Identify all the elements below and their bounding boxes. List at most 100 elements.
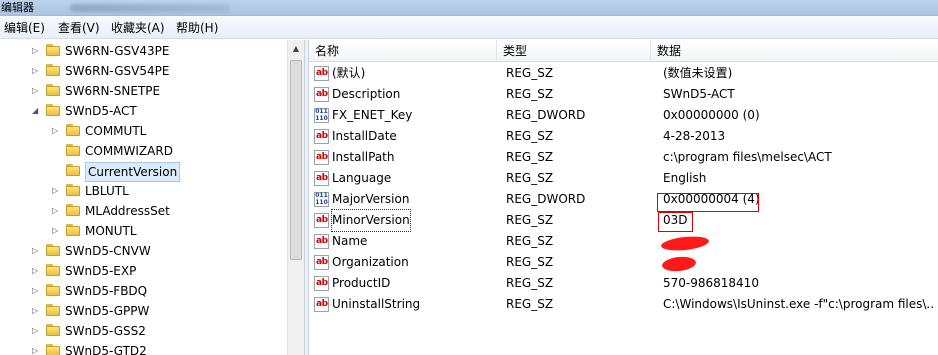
- folder-icon: [46, 324, 60, 336]
- dword-value-icon: 011 110: [314, 108, 329, 123]
- value-row[interactable]: ab Language REG_SZ English: [309, 168, 938, 189]
- tree-item[interactable]: ▷ SWnD5-GSS2: [0, 321, 286, 341]
- tree-expand-arrow-icon[interactable]: ▷: [32, 86, 38, 96]
- value-type: REG_SZ: [506, 276, 554, 290]
- tree-expand-arrow-icon[interactable]: ▷: [32, 326, 38, 336]
- tree-expand-arrow-icon[interactable]: ▷: [52, 226, 58, 236]
- column-header-data[interactable]: 数据: [651, 40, 938, 62]
- registry-key-tree[interactable]: ▷ SW6RN-GSV43PE ▷ SW6RN-GSV54PE ▷ SW6RN-SNETP…: [0, 40, 303, 355]
- string-value-icon: ab: [314, 87, 329, 102]
- tree-item[interactable]: ▷ SWnD5-EXP: [0, 261, 286, 281]
- folder-icon: [46, 304, 60, 316]
- tree-item-label: CurrentVersion: [85, 162, 181, 182]
- value-row[interactable]: ab InstallDate REG_SZ 4-28-2013: [309, 126, 938, 147]
- folder-icon: [46, 104, 60, 116]
- tree-item[interactable]: ▷ SW6RN-GSV54PE: [0, 61, 286, 81]
- tree-item[interactable]: ▷ SWnD5-GTD2: [0, 341, 286, 355]
- scrollbar-thumb[interactable]: [290, 60, 302, 260]
- value-row[interactable]: ab (默认) REG_SZ (数值未设置): [309, 63, 938, 84]
- value-icon-glyph: 011 110: [315, 108, 328, 122]
- value-name: ProductID: [332, 276, 391, 290]
- tree-item-label: SW6RN-SNETPE: [65, 84, 161, 98]
- value-type: REG_SZ: [506, 213, 554, 227]
- tree-item[interactable]: ▷ SWnD5-GPPW: [0, 301, 286, 321]
- value-name: (默认): [332, 66, 366, 80]
- value-name: MinorVersion: [331, 209, 411, 232]
- registry-values-list: 名称 类型 数据 ab (默认) REG_SZ (数值未设置) ab Descriptio…: [309, 40, 938, 355]
- tree-expand-arrow-icon[interactable]: ▷: [32, 46, 38, 56]
- tree-collapse-arrow-icon[interactable]: ◢: [32, 106, 38, 116]
- tree-item-label: COMMUTL: [85, 124, 147, 138]
- value-name: Name: [332, 234, 368, 248]
- folder-icon: [46, 344, 60, 355]
- tree-expand-arrow-icon[interactable]: ▷: [52, 206, 58, 216]
- value-row[interactable]: 011 110 MajorVersion REG_DWORD 0x00000004 (…: [309, 189, 938, 210]
- tree-item[interactable]: ▷ SW6RN-SNETPE: [0, 81, 286, 101]
- tree-expand-arrow-icon[interactable]: ▷: [52, 186, 58, 196]
- value-type: REG_SZ: [506, 255, 554, 269]
- menu-help[interactable]: 帮助(H): [176, 17, 218, 39]
- tree-item-label: SWnD5-ACT: [65, 104, 137, 118]
- tree-item[interactable]: ▷ SWnD5-FBDQ: [0, 281, 286, 301]
- value-icon-glyph: ab: [316, 278, 328, 288]
- tree-expand-arrow-icon[interactable]: ▷: [32, 306, 38, 316]
- string-value-icon: ab: [314, 276, 329, 291]
- folder-icon: [46, 284, 60, 296]
- window-title: 编辑器: [1, 1, 34, 14]
- tree-expand-arrow-icon[interactable]: ▷: [32, 66, 38, 76]
- column-header-name[interactable]: 名称: [309, 40, 497, 62]
- tree-item[interactable]: ▷ MLAddressSet: [0, 201, 286, 221]
- value-data: SWnD5-ACT: [663, 87, 735, 101]
- string-value-icon: ab: [314, 129, 329, 144]
- value-row[interactable]: 011 110 FX_ENET_Key REG_DWORD 0x00000000 (0…: [309, 105, 938, 126]
- value-type: REG_SZ: [506, 234, 554, 248]
- value-name: Description: [332, 87, 401, 101]
- tree-item-label: LBLUTL: [85, 184, 129, 198]
- value-row[interactable]: ab Name REG_SZ: [309, 231, 938, 252]
- tree-item[interactable]: ◢ SWnD5-ACT: [0, 101, 286, 121]
- value-row[interactable]: ab Description REG_SZ SWnD5-ACT: [309, 84, 938, 105]
- tree-expand-arrow-icon[interactable]: ▷: [32, 286, 38, 296]
- menu-favorites[interactable]: 收藏夹(A): [111, 17, 165, 39]
- scroll-up-arrow-icon[interactable]: ▲: [288, 40, 304, 57]
- value-row[interactable]: ab ProductID REG_SZ 570-986818410: [309, 273, 938, 294]
- tree-item-label: SWnD5-GTD2: [65, 344, 147, 355]
- value-icon-glyph: ab: [316, 152, 328, 162]
- value-type: REG_SZ: [506, 297, 554, 311]
- tree-item[interactable]: ▷ MONUTL: [0, 221, 286, 241]
- tree-item[interactable]: ▷ SWnD5-CNVW: [0, 241, 286, 261]
- value-row[interactable]: ab Organization REG_SZ: [309, 252, 938, 273]
- folder-icon: [46, 84, 60, 96]
- tree-vertical-scrollbar[interactable]: ▲: [287, 40, 304, 355]
- value-name: UninstallString: [332, 297, 421, 311]
- tree-item[interactable]: ▷ SW6RN-GSV43PE: [0, 41, 286, 61]
- value-row[interactable]: ab MinorVersion REG_SZ 03D: [309, 209, 938, 232]
- column-header-type[interactable]: 类型: [497, 40, 651, 62]
- tree-expand-arrow-icon[interactable]: ▷: [32, 246, 38, 256]
- tree-item[interactable]: COMMWIZARD: [0, 141, 286, 161]
- value-data: c:\program files\melsec\ACT: [663, 150, 832, 164]
- string-value-icon: ab: [314, 234, 329, 249]
- highlight-box-majorversion: [657, 193, 759, 212]
- folder-icon: [66, 164, 80, 176]
- value-type: REG_SZ: [506, 171, 554, 185]
- title-bar: 编辑器: [0, 0, 938, 16]
- tree-expand-arrow-icon[interactable]: ▷: [52, 126, 58, 136]
- value-row[interactable]: ab UninstallString REG_SZ C:\Windows\IsUnin…: [309, 294, 938, 315]
- value-data: (数值未设置): [663, 66, 733, 80]
- folder-icon: [66, 144, 80, 156]
- menu-edit[interactable]: 编辑(E): [4, 17, 45, 39]
- tree-expand-arrow-icon[interactable]: ▷: [32, 266, 38, 276]
- value-icon-glyph: ab: [316, 173, 328, 183]
- tree-item-label: MONUTL: [85, 224, 137, 238]
- string-value-icon: ab: [314, 297, 329, 312]
- tree-item[interactable]: ▷ LBLUTL: [0, 181, 286, 201]
- tree-item[interactable]: CurrentVersion: [0, 161, 286, 182]
- tree-item[interactable]: ▷ COMMUTL: [0, 121, 286, 141]
- tree-item-label: MLAddressSet: [85, 204, 170, 218]
- tree-item-label: SWnD5-GSS2: [65, 324, 146, 338]
- value-icon-glyph: 011 110: [315, 192, 328, 206]
- menu-view[interactable]: 查看(V): [58, 17, 100, 39]
- tree-expand-arrow-icon[interactable]: ▷: [32, 346, 38, 355]
- value-row[interactable]: ab InstallPath REG_SZ c:\program files\mels…: [309, 147, 938, 168]
